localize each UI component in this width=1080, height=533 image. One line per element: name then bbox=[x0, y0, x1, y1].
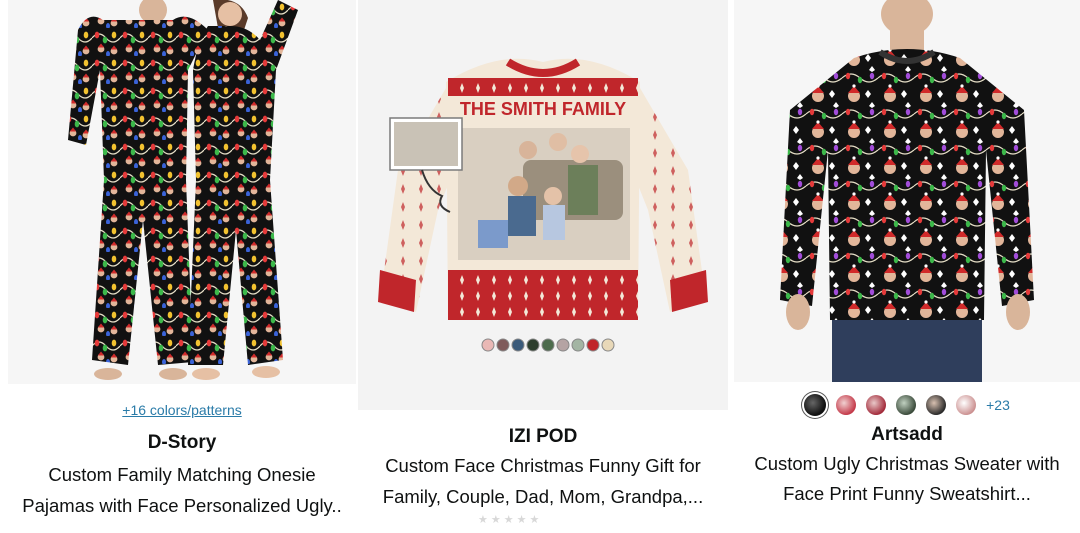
product-title-line: Family, Couple, Dad, Mom, Grandpa,... bbox=[382, 486, 704, 507]
swatch-green[interactable] bbox=[896, 395, 917, 415]
product-image-family-sweater[interactable]: THE SMITH FAMILY bbox=[358, 0, 728, 410]
onesie-pajamas-image bbox=[8, 0, 356, 384]
product-card-artsadd[interactable]: +23 Artsadd Custom Ugly Christmas Sweate… bbox=[734, 0, 1080, 509]
product-title-link[interactable]: Custom Ugly Christmas Sweater with Face … bbox=[734, 449, 1080, 509]
brand-name: D-Story bbox=[147, 432, 217, 453]
product-title-link[interactable]: Custom Face Christmas Funny Gift for Fam… bbox=[358, 450, 728, 512]
swatch-white-red[interactable] bbox=[956, 395, 977, 415]
brand-name: Artsadd bbox=[871, 424, 943, 445]
more-swatches-link[interactable]: +23 bbox=[986, 397, 1010, 413]
family-photo-sweater-image: THE SMITH FAMILY bbox=[358, 0, 728, 410]
product-card-dstory[interactable]: +16 colors/patterns D-Story Custom Famil… bbox=[8, 0, 356, 521]
color-swatch-row: +23 bbox=[734, 394, 1080, 416]
product-card-izipod[interactable]: THE SMITH FAMILY IZI POD Custom Face Chr… bbox=[358, 0, 728, 523]
product-title-line: Custom Family Matching Onesie bbox=[48, 464, 316, 485]
star-rating-icon: ★★★★★ bbox=[478, 514, 543, 523]
product-title-link[interactable]: Custom Family Matching Onesie Pajamas wi… bbox=[8, 459, 356, 521]
sweater-print-text: THE SMITH FAMILY bbox=[460, 99, 626, 119]
product-title-line: Pajamas with Face Personalized Ugly.. bbox=[22, 495, 342, 516]
product-title-line: Face Print Funny Sweatshirt... bbox=[783, 483, 1031, 504]
swatch-red-faces[interactable] bbox=[836, 395, 857, 415]
swatch-black-faces[interactable] bbox=[926, 395, 947, 415]
color-swatches bbox=[481, 338, 615, 352]
ugly-sweater-image bbox=[734, 0, 1080, 382]
brand-name: IZI POD bbox=[508, 426, 578, 447]
swatch-black-selected[interactable] bbox=[804, 394, 827, 416]
product-title-line: Custom Face Christmas Funny Gift for bbox=[385, 455, 701, 476]
product-image-onesie-pajamas[interactable] bbox=[8, 0, 356, 384]
swatch-red-dark[interactable] bbox=[866, 395, 887, 415]
product-image-ugly-sweater[interactable] bbox=[734, 0, 1080, 382]
product-title-line: Custom Ugly Christmas Sweater with bbox=[754, 453, 1060, 474]
more-colors-link[interactable]: +16 colors/patterns bbox=[8, 402, 356, 418]
